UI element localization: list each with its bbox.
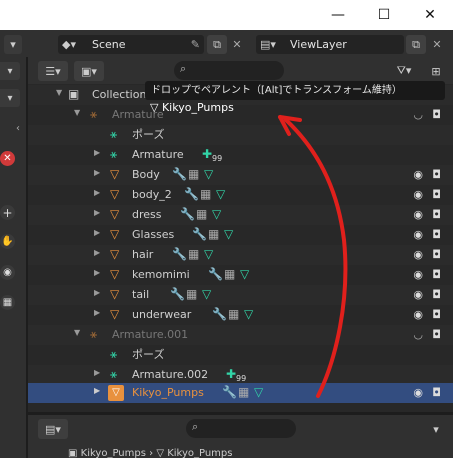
- breadcrumb-object[interactable]: Kikyo_Pumps: [81, 448, 146, 458]
- properties-icon: ▤▾: [45, 422, 61, 436]
- properties-search-input[interactable]: ⌕: [186, 419, 296, 438]
- properties-header: ▤▾ ⌕ ▾ ▣ Kikyo_Pumps › ▽ Kikyo_Pumps: [28, 415, 453, 458]
- object-icon: ▣: [68, 448, 81, 458]
- breadcrumb-mesh[interactable]: Kikyo_Pumps: [167, 448, 232, 458]
- red-annotation-arrow: [278, 115, 348, 398]
- breadcrumb: ▣ Kikyo_Pumps › ▽ Kikyo_Pumps: [68, 448, 233, 458]
- arrow-curve: [284, 118, 348, 398]
- chevron-down-icon: ▾: [433, 422, 439, 436]
- search-icon: ⌕: [192, 420, 199, 433]
- options-button[interactable]: ▾: [428, 419, 444, 439]
- chevron-right-icon: › ▽: [149, 448, 168, 458]
- editor-type-button[interactable]: ▤▾: [38, 419, 68, 439]
